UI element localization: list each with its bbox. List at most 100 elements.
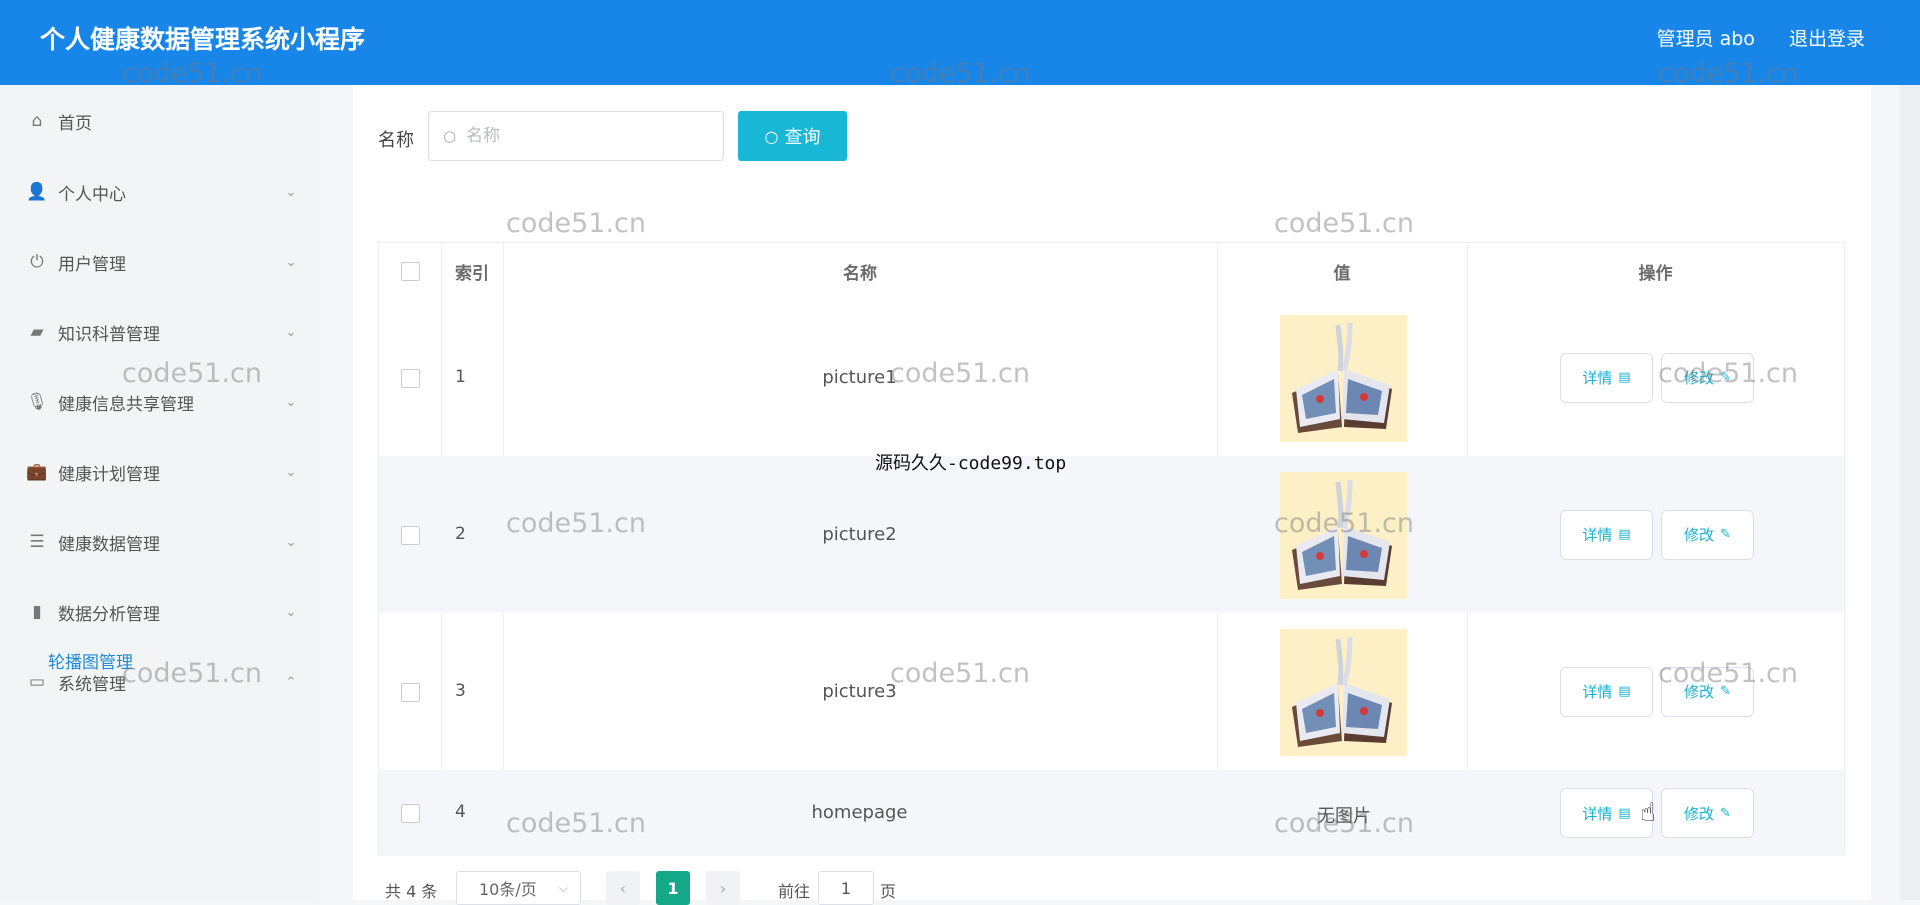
logout-button[interactable]: 退出登录	[1789, 28, 1865, 50]
column-header-value: 值	[1333, 263, 1351, 284]
data-table: 索引 名称 值 操作 1 picture1 详情 ▤ 修改 ✎ 2 picture2 详情 ▤ 修改…	[378, 242, 1845, 856]
edit-button[interactable]: 修改 ✎	[1661, 509, 1754, 560]
hand-cursor-icon: ☝	[1640, 798, 1656, 828]
search-icon: ○	[764, 126, 779, 146]
watermark-text: code51.cn	[122, 58, 263, 89]
watermark-text: code51.cn	[1274, 808, 1415, 839]
sidebar-item-3[interactable]: ▰ 知识科普管理 ⌄	[0, 306, 318, 358]
chevron-down-icon: ⌄	[285, 464, 297, 480]
watermark-text: code51.cn	[890, 58, 1031, 89]
sidebar-item-label: 用户管理	[58, 254, 126, 275]
briefcase-icon: 💼	[26, 462, 48, 482]
scrollbar-track[interactable]	[1900, 85, 1920, 900]
center-watermark: 源码久久-code99.top	[875, 453, 1067, 474]
row-name: picture1	[822, 366, 897, 388]
sidebar-item-2[interactable]: ⏻ 用户管理 ⌄	[0, 236, 318, 288]
sidebar-item-label: 健康计划管理	[58, 464, 160, 485]
row-index: 4	[455, 802, 466, 822]
list-icon: ☰	[29, 532, 45, 552]
watermark-text: code51.cn	[506, 808, 647, 839]
document-icon: ▤	[1618, 684, 1631, 699]
document-icon: ▤	[1618, 805, 1631, 821]
pagination-total: 共 4 条	[385, 882, 438, 901]
row-checkbox[interactable]	[401, 804, 420, 823]
watermark-text: code51.cn	[890, 358, 1031, 389]
watermark-text: code51.cn	[890, 658, 1031, 689]
watermark-text: code51.cn	[122, 658, 263, 689]
pencil-icon: ✎	[1720, 805, 1731, 821]
chevron-down-icon: ⌵	[558, 880, 568, 895]
edit-button[interactable]: 修改 ✎	[1661, 788, 1754, 838]
window-icon: ▭	[28, 672, 46, 692]
watermark-text: code51.cn	[1658, 58, 1799, 89]
chevron-up-icon: ⌃	[285, 674, 297, 690]
home-icon: ⌂	[31, 111, 43, 131]
column-header-name: 名称	[843, 263, 877, 284]
chevron-down-icon: ⌄	[285, 184, 297, 200]
sidebar-item-label: 首页	[58, 113, 92, 134]
table-row: 3 picture3 详情 ▤ 修改 ✎	[379, 613, 1844, 770]
chevron-down-icon: ⌄	[285, 254, 297, 270]
goto-prefix: 前往	[778, 882, 811, 901]
sidebar-item-label: 知识科普管理	[58, 324, 160, 345]
detail-button[interactable]: 详情 ▤	[1560, 666, 1653, 717]
book-thumbnail-image	[1280, 314, 1407, 442]
column-header-index: 索引	[455, 263, 489, 284]
sidebar-item-label: 健康数据管理	[58, 534, 160, 555]
detail-button-label: 详情	[1582, 369, 1613, 387]
goto-suffix: 页	[880, 882, 897, 901]
search-icon: ○	[443, 127, 457, 145]
document-icon: ▤	[1618, 527, 1631, 542]
row-checkbox[interactable]	[401, 682, 420, 702]
power-icon: ⏻	[30, 252, 44, 272]
column-header-actions: 操作	[1638, 263, 1673, 284]
sidebar-item-7[interactable]: ▮ 数据分析管理 ⌄	[0, 586, 318, 638]
user-icon: 👤	[26, 182, 48, 202]
admin-user-label[interactable]: 管理员 abo	[1657, 28, 1755, 50]
sidebar-subitem-carousel[interactable]: 轮播图管理	[48, 648, 133, 673]
sidebar-item-0[interactable]: ⌂ 首页	[0, 95, 318, 147]
edit-button-label: 修改	[1684, 526, 1715, 544]
watermark-text: code51.cn	[506, 208, 647, 239]
document-icon: ▤	[1618, 370, 1631, 385]
header-select-all[interactable]	[379, 243, 441, 299]
book-thumbnail-image	[1280, 628, 1407, 756]
row-index: 3	[455, 680, 466, 701]
sidebar-item-5[interactable]: 💼 健康计划管理 ⌄	[0, 446, 318, 498]
chevron-down-icon: ⌄	[285, 324, 297, 340]
pencil-icon: ✎	[1720, 527, 1731, 542]
chevron-down-icon: ⌄	[285, 394, 297, 410]
detail-button-label: 详情	[1582, 683, 1613, 701]
watermark-text: code51.cn	[1658, 658, 1799, 689]
chevron-down-icon: ⌄	[285, 534, 297, 550]
search-input[interactable]	[464, 125, 699, 147]
chevron-down-icon: ⌄	[285, 604, 297, 620]
header-right: 管理员 abo 退出登录	[1629, 24, 1865, 51]
query-button[interactable]: ○ 查询	[738, 111, 847, 161]
detail-button[interactable]: 详情 ▤	[1560, 509, 1653, 560]
row-checkbox[interactable]	[401, 525, 420, 545]
sidebar-item-1[interactable]: 👤 个人中心 ⌄	[0, 166, 318, 218]
select-all-checkbox[interactable]	[400, 261, 420, 281]
table-row: 1 picture1 详情 ▤ 修改 ✎	[379, 299, 1844, 456]
detail-button[interactable]: 详情 ▤	[1560, 352, 1653, 403]
detail-button-label: 详情	[1582, 804, 1613, 823]
search-input-wrapper[interactable]: ○	[428, 111, 724, 161]
sidebar-item-label: 健康信息共享管理	[58, 394, 194, 415]
bar-chart-icon: ▮	[32, 602, 42, 622]
row-index: 1	[455, 366, 466, 387]
row-name: picture3	[822, 680, 897, 702]
query-button-label: 查询	[784, 127, 821, 148]
search-label: 名称	[378, 130, 414, 151]
sidebar-item-label: 数据分析管理	[58, 604, 160, 625]
sidebar-item-6[interactable]: ☰ 健康数据管理 ⌄	[0, 516, 318, 568]
detail-button-label: 详情	[1582, 526, 1613, 544]
watermark-text: code51.cn	[1274, 208, 1415, 239]
wallet-icon: ▰	[30, 322, 44, 342]
app-title: 个人健康数据管理系统小程序	[40, 25, 366, 54]
row-checkbox[interactable]	[401, 368, 420, 388]
watermark-text: code51.cn	[1274, 508, 1415, 539]
watermark-text: code51.cn	[1658, 358, 1799, 389]
mic-icon: 🎙	[26, 392, 48, 412]
page-size-value: 10条/页	[479, 880, 537, 899]
